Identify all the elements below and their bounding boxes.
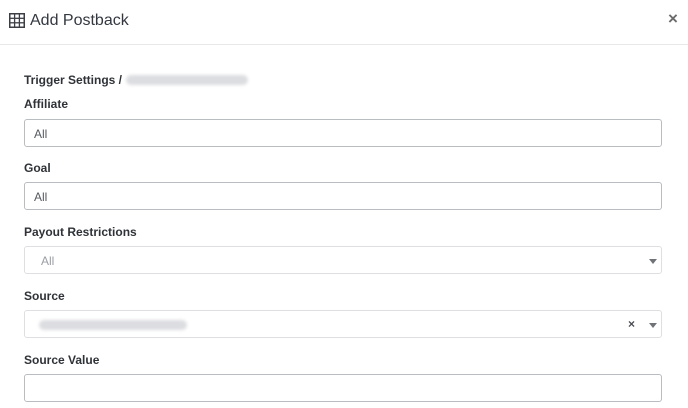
redacted-breadcrumb-text <box>126 74 249 85</box>
add-postback-modal: Add Postback × Trigger Settings / Affili… <box>0 0 688 408</box>
modal-header: Add Postback × <box>0 0 688 45</box>
table-grid-icon <box>9 13 25 28</box>
payout-restrictions-select[interactable]: All <box>24 246 662 274</box>
affiliate-input-value: All <box>34 127 48 141</box>
breadcrumb-label: Trigger Settings / <box>24 73 123 87</box>
clear-selection-icon[interactable]: × <box>628 317 635 331</box>
payout-restrictions-value: All <box>41 254 55 268</box>
affiliate-input[interactable]: All <box>24 119 662 147</box>
chevron-down-icon[interactable] <box>649 259 657 264</box>
modal-title: Add Postback <box>30 12 129 29</box>
goal-label: Goal <box>24 161 51 175</box>
affiliate-label: Affiliate <box>24 97 69 111</box>
source-value-label: Source Value <box>24 353 100 367</box>
breadcrumb: Trigger Settings / <box>24 73 249 87</box>
source-value-input[interactable] <box>24 374 662 402</box>
payout-restrictions-label: Payout Restrictions <box>24 225 137 239</box>
source-select[interactable]: × <box>24 310 662 338</box>
goal-input[interactable]: All <box>24 182 662 210</box>
source-label: Source <box>24 289 65 303</box>
redacted-source-value <box>39 320 187 330</box>
goal-input-value: All <box>34 190 48 204</box>
close-button[interactable]: × <box>666 10 680 28</box>
chevron-down-icon[interactable] <box>649 323 657 328</box>
